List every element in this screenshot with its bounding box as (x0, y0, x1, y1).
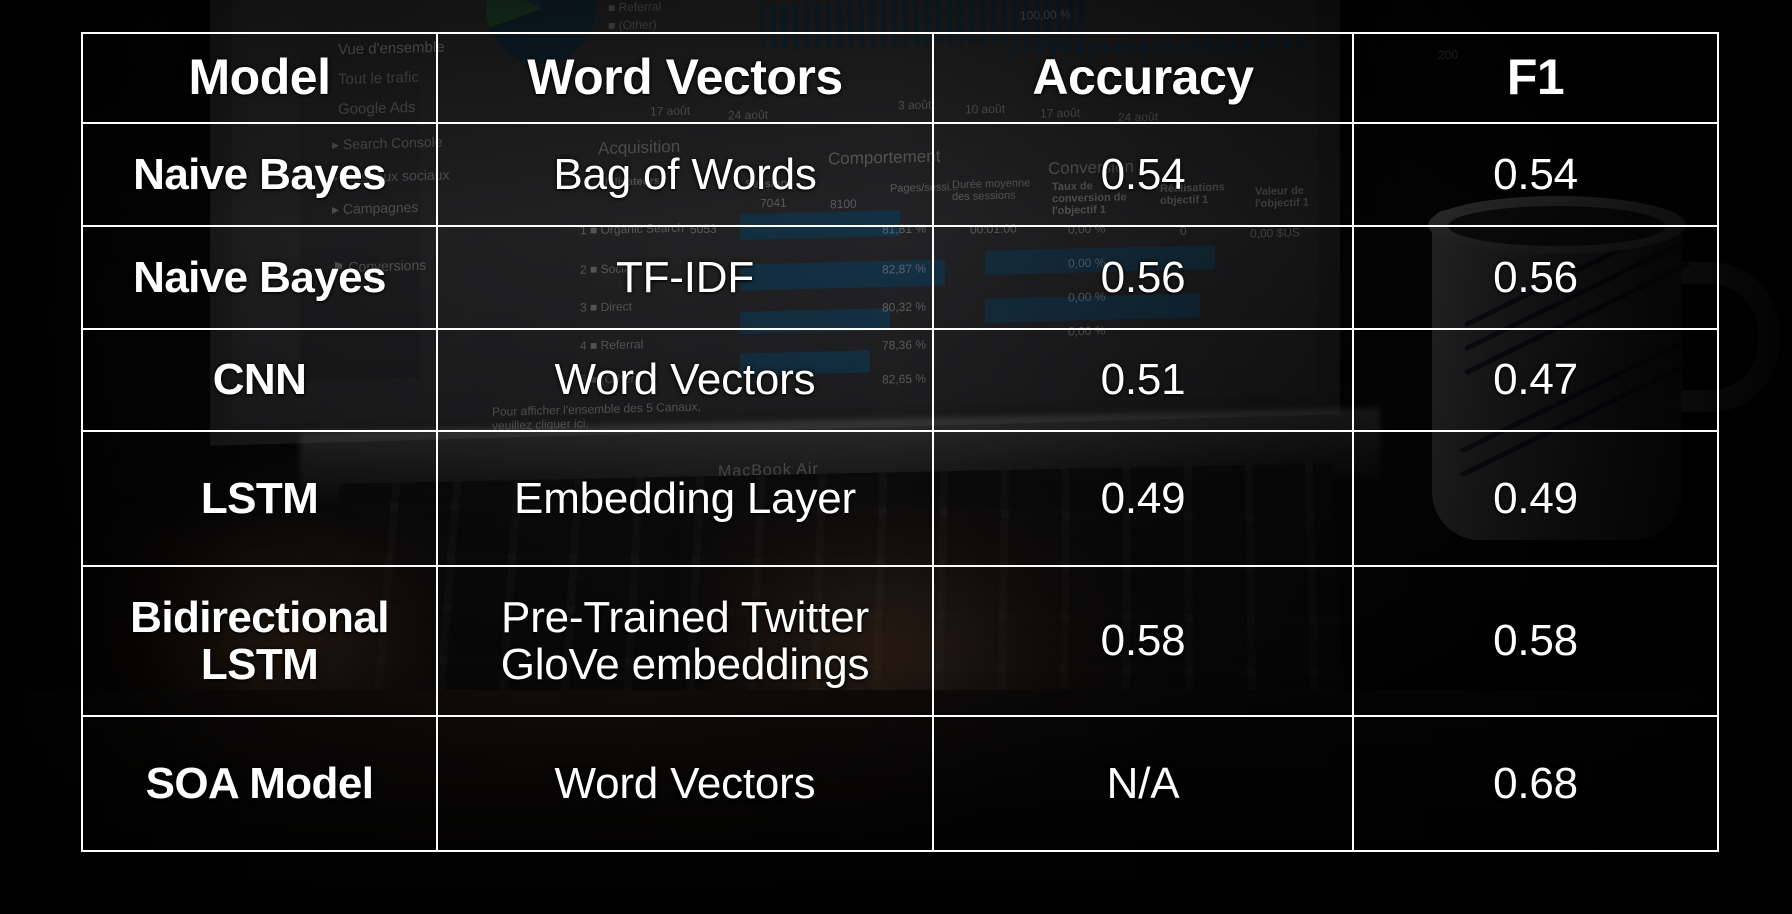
cell-f1: 0.56 (1352, 225, 1719, 330)
cell-f1: 0.68 (1352, 715, 1719, 852)
model-results-table: Model Word Vectors Accuracy F1 Naive Bay… (81, 32, 1719, 852)
cell-vectors: Word Vectors (436, 715, 934, 852)
cell-f1: 0.47 (1352, 328, 1719, 432)
cell-vectors: Embedding Layer (436, 430, 934, 567)
cell-accuracy: 0.58 (932, 565, 1354, 717)
column-header-vectors: Word Vectors (436, 32, 934, 124)
cell-model: LSTM (81, 430, 438, 567)
cell-model: Naive Bayes (81, 122, 438, 227)
table-row: Naive Bayes TF-IDF 0.56 0.56 (81, 225, 1719, 330)
column-header-f1: F1 (1352, 32, 1719, 124)
column-header-accuracy: Accuracy (932, 32, 1354, 124)
cell-accuracy: 0.56 (932, 225, 1354, 330)
cell-model: SOA Model (81, 715, 438, 852)
column-header-model: Model (81, 32, 438, 124)
cell-f1: 0.58 (1352, 565, 1719, 717)
cell-accuracy: 0.49 (932, 430, 1354, 567)
bg-label-100pct: 100,00 % (1020, 7, 1071, 23)
cell-vectors: Word Vectors (436, 328, 934, 432)
cell-vectors: TF-IDF (436, 225, 934, 330)
table-header-row: Model Word Vectors Accuracy F1 (81, 32, 1719, 124)
bg-label-legend-referral: ■ Referral (608, 0, 662, 15)
table-row: Naive Bayes Bag of Words 0.54 0.54 (81, 122, 1719, 227)
cell-accuracy: 0.51 (932, 328, 1354, 432)
cell-vectors: Pre-Trained Twitter GloVe embeddings (436, 565, 934, 717)
cell-model: Naive Bayes (81, 225, 438, 330)
bg-label-legend-other: ■ (Other) (608, 17, 657, 33)
table-row: Bidirectional LSTM Pre-Trained Twitter G… (81, 565, 1719, 717)
cell-f1: 0.49 (1352, 430, 1719, 567)
results-table-container: Model Word Vectors Accuracy F1 Naive Bay… (81, 32, 1719, 852)
cell-model: CNN (81, 328, 438, 432)
table-row: LSTM Embedding Layer 0.49 0.49 (81, 430, 1719, 567)
table-row: CNN Word Vectors 0.51 0.47 (81, 328, 1719, 432)
table-row: SOA Model Word Vectors N/A 0.68 (81, 715, 1719, 852)
cell-model: Bidirectional LSTM (81, 565, 438, 717)
cell-accuracy: 0.54 (932, 122, 1354, 227)
cell-f1: 0.54 (1352, 122, 1719, 227)
cell-accuracy: N/A (932, 715, 1354, 852)
cell-vectors: Bag of Words (436, 122, 934, 227)
table-header: Model Word Vectors Accuracy F1 (81, 32, 1719, 124)
table-body: Naive Bayes Bag of Words 0.54 0.54 Naive… (81, 122, 1719, 852)
screenshot-root: Vue d'ensemble Tout le trafic Google Ads… (0, 0, 1792, 914)
